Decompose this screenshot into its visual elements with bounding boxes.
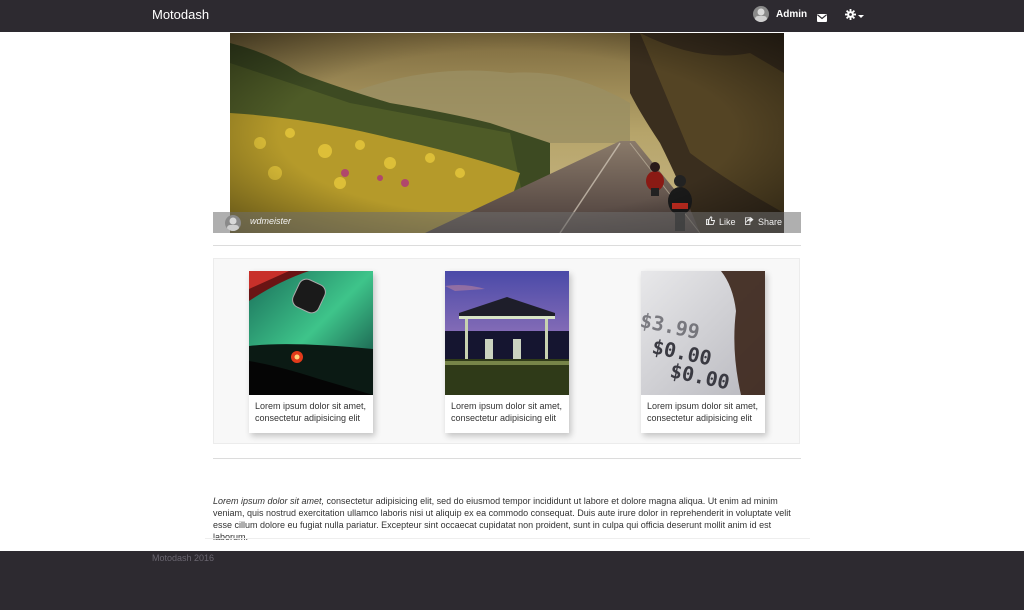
cards-panel: Lorem ipsum dolor sit amet, consectetur … <box>213 258 800 444</box>
card-caption: Lorem ipsum dolor sit amet, consectetur … <box>647 401 759 423</box>
caret-down-icon <box>858 14 864 18</box>
author-avatar[interactable] <box>225 215 241 231</box>
avatar <box>753 6 769 22</box>
settings-dropdown[interactable] <box>845 7 864 25</box>
share-label: Share <box>758 216 783 227</box>
card-caption: Lorem ipsum dolor sit amet, consectetur … <box>255 401 367 423</box>
top-navbar: Motodash Admin <box>0 0 1024 32</box>
mail-button[interactable] <box>817 9 827 27</box>
gear-icon <box>845 7 856 25</box>
like-label: Like <box>719 216 736 227</box>
card-gas-station[interactable]: Lorem ipsum dolor sit amet, consectetur … <box>445 271 569 433</box>
card-caption: Lorem ipsum dolor sit amet, consectetur … <box>451 401 563 423</box>
card-image <box>249 271 373 395</box>
user-menu[interactable]: Admin <box>753 6 807 22</box>
body-paragraph: Lorem ipsum dolor sit amet, consectetur … <box>213 495 801 543</box>
share-icon <box>745 216 758 227</box>
share-button[interactable]: Share <box>745 216 782 227</box>
brand-link[interactable]: Motodash <box>152 7 209 22</box>
card-aurora[interactable]: Lorem ipsum dolor sit amet, consectetur … <box>249 271 373 433</box>
footer-copyright: Motodash 2016 <box>152 553 215 563</box>
card-receipt[interactable]: $3.99 $0.00 $0.00 Lorem ipsum dolor sit … <box>641 271 765 433</box>
author-name[interactable]: wdmeister <box>250 216 291 226</box>
hero-caption-bar: wdmeister Like Share <box>213 212 801 233</box>
thumbs-up-icon <box>706 216 719 227</box>
card-image: $3.99 $0.00 $0.00 <box>641 271 765 395</box>
hero-image[interactable] <box>230 33 784 233</box>
envelope-icon <box>817 9 827 26</box>
divider <box>213 458 801 459</box>
paragraph-lead: Lorem ipsum dolor sit amet, <box>213 496 325 506</box>
divider <box>205 538 810 539</box>
user-name: Admin <box>776 8 808 20</box>
divider <box>213 245 801 246</box>
card-image <box>445 271 569 395</box>
footer: Motodash 2016 <box>0 551 1024 610</box>
like-button[interactable]: Like <box>706 216 736 227</box>
